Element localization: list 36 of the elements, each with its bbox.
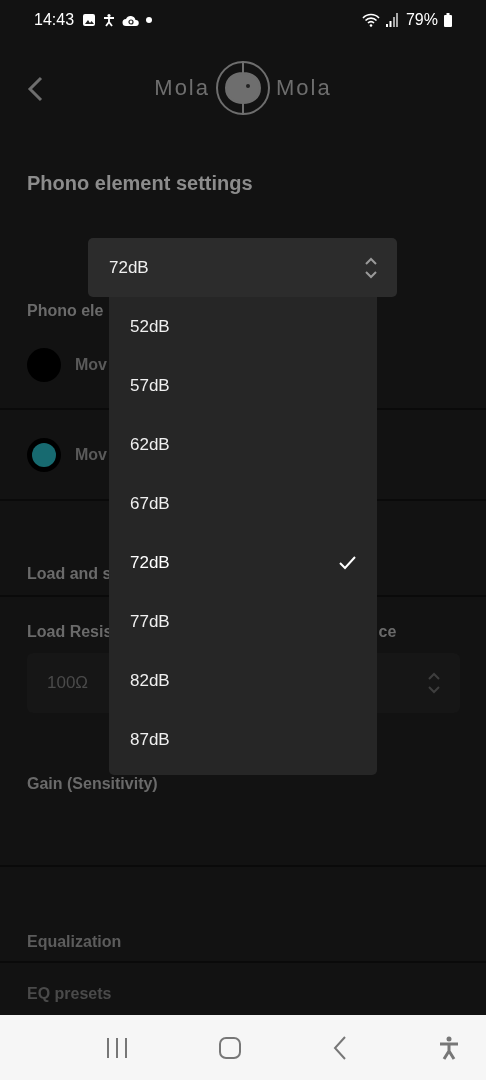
image-icon [82,13,97,27]
page-title: Phono element settings [26,171,254,196]
logo-text: Mola [154,75,210,101]
status-time: 14:43 [34,11,75,29]
cloud-icon [122,13,141,27]
field-label: EQ presets [26,984,113,1003]
wifi-icon [361,13,380,27]
up-down-chevron-icon [428,672,440,694]
back-icon[interactable] [27,76,43,102]
accessibility-icon [102,13,117,27]
up-down-chevron-icon [365,255,377,280]
dropdown-option[interactable]: 62dB [109,415,377,474]
notification-dot-icon [146,17,153,23]
section-heading: Phono ele [26,301,105,321]
field-label: ce [377,623,398,641]
checkmark-icon [339,555,356,570]
field-label: Gain (Sensitivity) [27,775,158,793]
dropdown-option[interactable]: 87dB [109,710,377,769]
radio-label: Mov [75,356,107,374]
back-icon[interactable] [332,1035,347,1060]
dropdown-option[interactable]: 82dB [109,651,377,710]
battery-level: 79% [405,11,438,29]
accessibility-icon[interactable] [438,1035,461,1060]
radio-button[interactable] [27,437,61,472]
dropdown-select[interactable]: 72dB [88,238,397,297]
dropdown-option[interactable]: 72dB [109,533,377,592]
battery-icon [444,13,452,27]
dropdown-option[interactable]: 57dB [109,356,377,415]
fish-logo-icon [214,59,272,117]
home-icon[interactable] [219,1036,242,1059]
radio-label: Mov [75,445,107,464]
section-heading: Equalization [0,867,486,963]
dropdown-option[interactable]: 52dB [109,297,377,356]
logo-text: Mola [276,75,332,101]
signal-icon [385,13,398,27]
recent-apps-icon[interactable] [105,1036,128,1059]
